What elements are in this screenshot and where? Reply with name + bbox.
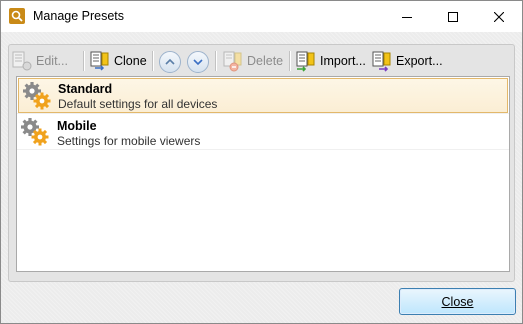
export-button-label: Export...: [396, 54, 443, 68]
chevron-down-icon: [193, 59, 203, 66]
move-up-button[interactable]: [159, 51, 181, 73]
close-icon: [494, 11, 504, 22]
export-preset-icon: [371, 50, 393, 72]
toolbar-separator: [152, 51, 153, 71]
presets-gear-icon: [20, 117, 50, 147]
minimize-button[interactable]: [384, 1, 430, 32]
maximize-icon: [448, 11, 458, 22]
list-item-standard[interactable]: Standard Default settings for all device…: [18, 78, 508, 113]
edit-preset-icon: [11, 50, 33, 72]
presets-gear-icon: [22, 81, 52, 111]
app-icon: [9, 8, 25, 24]
maximize-button[interactable]: [430, 1, 476, 32]
clone-button[interactable]: Clone: [89, 48, 147, 74]
clone-button-label: Clone: [114, 54, 147, 68]
toolbar-separator: [289, 51, 290, 71]
delete-preset-icon: [222, 50, 244, 72]
edit-button-label: Edit...: [36, 54, 68, 68]
chevron-up-icon: [165, 58, 175, 65]
minimize-icon: [402, 16, 412, 18]
close-window-button[interactable]: [476, 1, 522, 32]
row-divider: [17, 113, 509, 114]
manage-presets-window: Manage Presets Edit... Clone Delete Impo…: [0, 0, 523, 324]
list-item-mobile[interactable]: Mobile Settings for mobile viewers: [17, 115, 509, 149]
toolbar-separator: [83, 51, 84, 71]
presets-list: Standard Default settings for all device…: [16, 76, 510, 272]
clone-preset-icon: [89, 50, 111, 72]
import-preset-icon: [295, 50, 317, 72]
import-button-label: Import...: [320, 54, 366, 68]
preset-description: Default settings for all devices: [58, 97, 218, 111]
title-bar[interactable]: Manage Presets: [1, 1, 522, 32]
import-button[interactable]: Import...: [295, 48, 366, 74]
move-down-button[interactable]: [187, 51, 209, 73]
export-button[interactable]: Export...: [371, 48, 443, 74]
delete-button-label: Delete: [247, 54, 284, 68]
preset-name: Mobile: [57, 119, 97, 133]
preset-name: Standard: [58, 82, 113, 96]
dialog-body: Edit... Clone Delete Import... Export...…: [1, 32, 522, 323]
window-title: Manage Presets: [33, 9, 125, 23]
toolbar-separator: [215, 51, 216, 71]
toolbar: Edit... Clone Delete Import... Export...: [9, 45, 512, 77]
delete-button[interactable]: Delete: [222, 48, 283, 74]
close-button[interactable]: Close: [399, 288, 516, 315]
row-divider: [17, 149, 509, 150]
edit-button[interactable]: Edit...: [11, 48, 68, 74]
preset-description: Settings for mobile viewers: [57, 134, 201, 148]
close-button-label: Close: [441, 294, 474, 309]
